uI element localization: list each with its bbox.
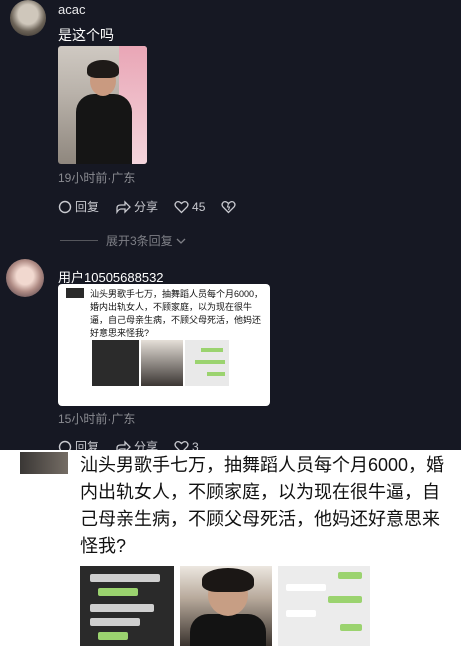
heart-icon [174, 200, 189, 213]
comment-actions: 回复 分享 45 [58, 198, 255, 215]
post-thumbnail [20, 452, 68, 474]
comment-actions: 回复 分享 3 [58, 438, 215, 450]
reply-label: 回复 [75, 440, 100, 450]
comments-panel: acac 是这个吗 19小时前·广东 回复 分享 45 展开3条回复 用户105… [0, 0, 461, 450]
chat-screenshot [92, 340, 139, 386]
comment-text: 是这个吗 [58, 27, 114, 43]
like-count: 3 [192, 439, 199, 451]
person-photo [141, 340, 183, 386]
dislike-button[interactable] [221, 200, 239, 214]
dislike-icon [221, 200, 236, 213]
divider [60, 240, 98, 241]
like-count: 45 [192, 199, 206, 214]
reply-button[interactable]: 回复 [58, 198, 99, 215]
share-label: 分享 [134, 440, 159, 450]
like-button[interactable]: 45 [174, 200, 205, 214]
comment-image-card[interactable]: 汕头男歌手七万，抽舞蹈人员每个月6000，婚内出轨女人，不顾家庭，以为现在很牛逼… [58, 284, 270, 406]
post-text: 汕头男歌手七万，抽舞蹈人员每个月6000，婚内出轨女人，不顾家庭，以为现在很牛逼… [80, 455, 445, 556]
reply-icon [58, 440, 72, 450]
comment-meta: 15小时前·广东 [58, 412, 136, 426]
person-photo [180, 566, 272, 646]
share-icon [116, 439, 131, 450]
chat-screenshot [80, 566, 174, 646]
comment-image[interactable] [58, 46, 147, 164]
chat-screenshot [185, 340, 229, 386]
expand-label: 展开3条回复 [106, 234, 173, 248]
share-icon [116, 199, 131, 214]
comment-meta: 19小时前·广东 [58, 171, 136, 185]
share-button[interactable]: 分享 [115, 438, 158, 450]
share-button[interactable]: 分享 [115, 198, 158, 215]
comment-username[interactable]: acac [58, 2, 85, 17]
share-label: 分享 [134, 200, 159, 214]
expand-replies[interactable]: 展开3条回复 [60, 232, 186, 249]
avatar[interactable] [10, 0, 46, 36]
reply-label: 回复 [75, 200, 100, 214]
chevron-down-icon [176, 238, 186, 244]
enlarged-post: 汕头男歌手七万，抽舞蹈人员每个月6000，婚内出轨女人，不顾家庭，以为现在很牛逼… [0, 450, 461, 646]
like-button[interactable]: 3 [174, 439, 199, 451]
reply-button[interactable]: 回复 [58, 438, 99, 450]
heart-icon [174, 440, 189, 450]
card-text: 汕头男歌手七万，抽舞蹈人员每个月6000，婚内出轨女人，不顾家庭，以为现在很牛逼… [90, 289, 264, 338]
avatar[interactable] [6, 259, 44, 297]
reply-icon [58, 200, 72, 213]
chat-screenshot [278, 566, 370, 646]
